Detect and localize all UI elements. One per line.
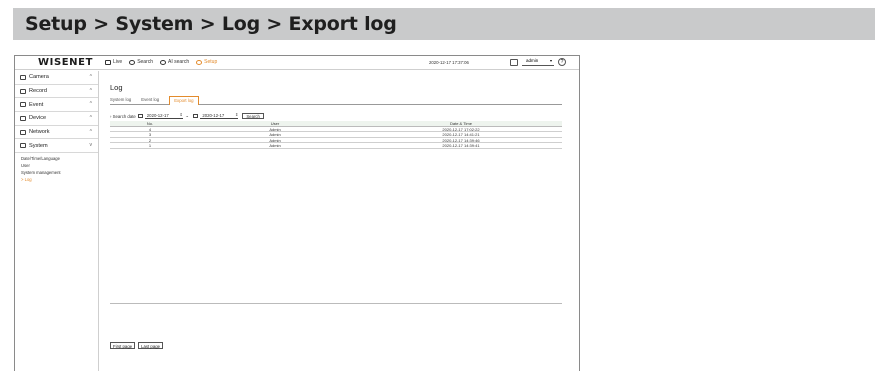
system-submenu: Date/Time/Language User System managemen… xyxy=(15,153,98,183)
camera-icon xyxy=(20,74,26,80)
stepper-icon[interactable]: ⇕ xyxy=(179,112,182,117)
tab-system-log[interactable]: System log xyxy=(110,96,135,104)
submenu-system-management[interactable]: System management xyxy=(21,170,98,177)
end-date-field[interactable]: 2020-12-17 ⇕ xyxy=(200,112,239,119)
system-icon xyxy=(20,143,26,149)
sidebar-item-record[interactable]: Record ^ xyxy=(15,85,98,99)
chevron-down-icon: ▾ xyxy=(549,58,552,63)
range-separator: ~ xyxy=(185,113,189,119)
chevron-up-icon: ^ xyxy=(89,115,92,122)
chevron-up-icon: ^ xyxy=(89,87,92,94)
table-bottom-divider xyxy=(110,303,562,304)
device-icon xyxy=(20,115,26,121)
banner-title: Setup > System > Log > Export log xyxy=(25,13,397,35)
cell-no: 3 xyxy=(148,132,152,138)
user-name: admin xyxy=(526,58,539,63)
page-banner: Setup > System > Log > Export log xyxy=(13,8,875,40)
app-window: WISENET Live Search AI search Setup 2020… xyxy=(14,55,580,371)
nav-live[interactable]: Live xyxy=(105,59,122,65)
record-icon xyxy=(20,88,26,94)
search-row: › Search date 2020-12-17 ⇕ ~ 2020-12-17 … xyxy=(110,112,264,119)
nav-live-label: Live xyxy=(113,59,123,65)
top-nav: Live Search AI search Setup xyxy=(105,59,217,65)
sidebar-item-label: Record xyxy=(29,88,48,95)
cell-user: Admin xyxy=(269,126,281,132)
cell-no: 1 xyxy=(148,143,152,149)
submenu-user[interactable]: User xyxy=(21,163,98,170)
cell-date-time: 2020-12-17 17:02:22 xyxy=(442,126,480,132)
cell-date-time: 2020-12-17 14:39:41 xyxy=(442,143,480,149)
header-no: No. xyxy=(146,121,154,126)
main-panel: Log System log Event log Export log › Se… xyxy=(107,71,577,371)
user-area: admin ▾ ? xyxy=(510,58,566,66)
table-row[interactable]: 1 Admin 2020-12-17 14:39:41 xyxy=(110,143,562,149)
start-date-field[interactable]: 2020-12-17 ⇕ xyxy=(144,112,183,119)
event-icon xyxy=(20,102,26,108)
header-user: User xyxy=(270,121,280,126)
page-title: Log xyxy=(110,83,123,92)
nav-ai-search-label: AI search xyxy=(168,59,190,65)
tab-event-log[interactable]: Event log xyxy=(141,96,163,104)
help-icon[interactable]: ? xyxy=(558,58,566,66)
sidebar-item-system[interactable]: System v xyxy=(15,139,98,154)
calendar-icon[interactable] xyxy=(137,114,143,118)
log-tabs: System log Event log Export log xyxy=(110,96,562,105)
nav-ai-search[interactable]: AI search xyxy=(160,59,189,65)
nav-search[interactable]: Search xyxy=(129,59,153,65)
sidebar-item-camera[interactable]: Camera ^ xyxy=(15,71,98,85)
first-page-button[interactable]: First page xyxy=(110,342,136,349)
cell-date-time: 2020-12-17 14:41:21 xyxy=(442,132,480,138)
chevron-up-icon: ^ xyxy=(89,101,92,108)
top-bar: WISENET Live Search AI search Setup 2020… xyxy=(15,56,579,70)
submenu-date-time-language[interactable]: Date/Time/Language xyxy=(21,156,98,163)
sidebar-item-label: Device xyxy=(29,115,47,122)
sidebar-item-label: Event xyxy=(29,101,44,108)
pager: First page Last page xyxy=(110,342,163,349)
end-date-value: 2020-12-17 xyxy=(202,113,225,118)
sidebar-item-event[interactable]: Event ^ xyxy=(15,98,98,113)
cell-user: Admin xyxy=(269,132,281,138)
sidebar-item-label: Camera xyxy=(29,74,49,81)
monitor-icon xyxy=(105,59,111,65)
search-button[interactable]: Search xyxy=(242,113,264,119)
calendar-icon[interactable] xyxy=(193,114,199,118)
wisenet-logo: WISENET xyxy=(38,57,94,68)
submenu-log[interactable]: > Log xyxy=(21,177,98,184)
cell-date-time: 2020-12-17 14:39:46 xyxy=(442,137,480,143)
sidebar-item-label: System xyxy=(29,142,48,149)
nav-setup[interactable]: Setup xyxy=(196,59,217,65)
sidebar: Camera ^ Record ^ Event ^ Device ^ Netwo… xyxy=(15,71,99,371)
cell-user: Admin xyxy=(269,137,281,143)
chevron-up-icon: ^ xyxy=(89,128,92,135)
user-select[interactable]: admin ▾ xyxy=(522,58,554,66)
nav-search-label: Search xyxy=(137,59,154,65)
sidebar-item-label: Network xyxy=(29,129,50,136)
tab-export-log[interactable]: Export log xyxy=(169,96,199,105)
network-icon xyxy=(20,129,26,135)
user-icon[interactable] xyxy=(510,58,518,66)
sidebar-item-device[interactable]: Device ^ xyxy=(15,112,98,126)
header-date-time: Date & Time xyxy=(449,121,472,126)
search-icon xyxy=(129,59,136,65)
cell-no: 2 xyxy=(148,137,152,143)
chevron-up-icon: ^ xyxy=(89,74,92,80)
chevron-down-icon: v xyxy=(89,142,93,149)
export-log-table: No. User Date & Time 4 Admin 2020-12-17 … xyxy=(110,121,562,149)
cell-no: 4 xyxy=(148,126,152,132)
gear-icon xyxy=(196,59,203,65)
cell-user: Admin xyxy=(269,143,281,149)
stepper-icon[interactable]: ⇕ xyxy=(235,112,238,117)
clock: 2020-12-17 17:37:06 xyxy=(429,60,469,65)
search-date-label: › Search date xyxy=(110,113,136,119)
start-date-value: 2020-12-17 xyxy=(146,113,169,118)
nav-setup-label: Setup xyxy=(204,59,218,65)
ai-search-icon xyxy=(160,59,167,65)
sidebar-item-network[interactable]: Network ^ xyxy=(15,126,98,140)
last-page-button[interactable]: Last page xyxy=(138,342,163,349)
